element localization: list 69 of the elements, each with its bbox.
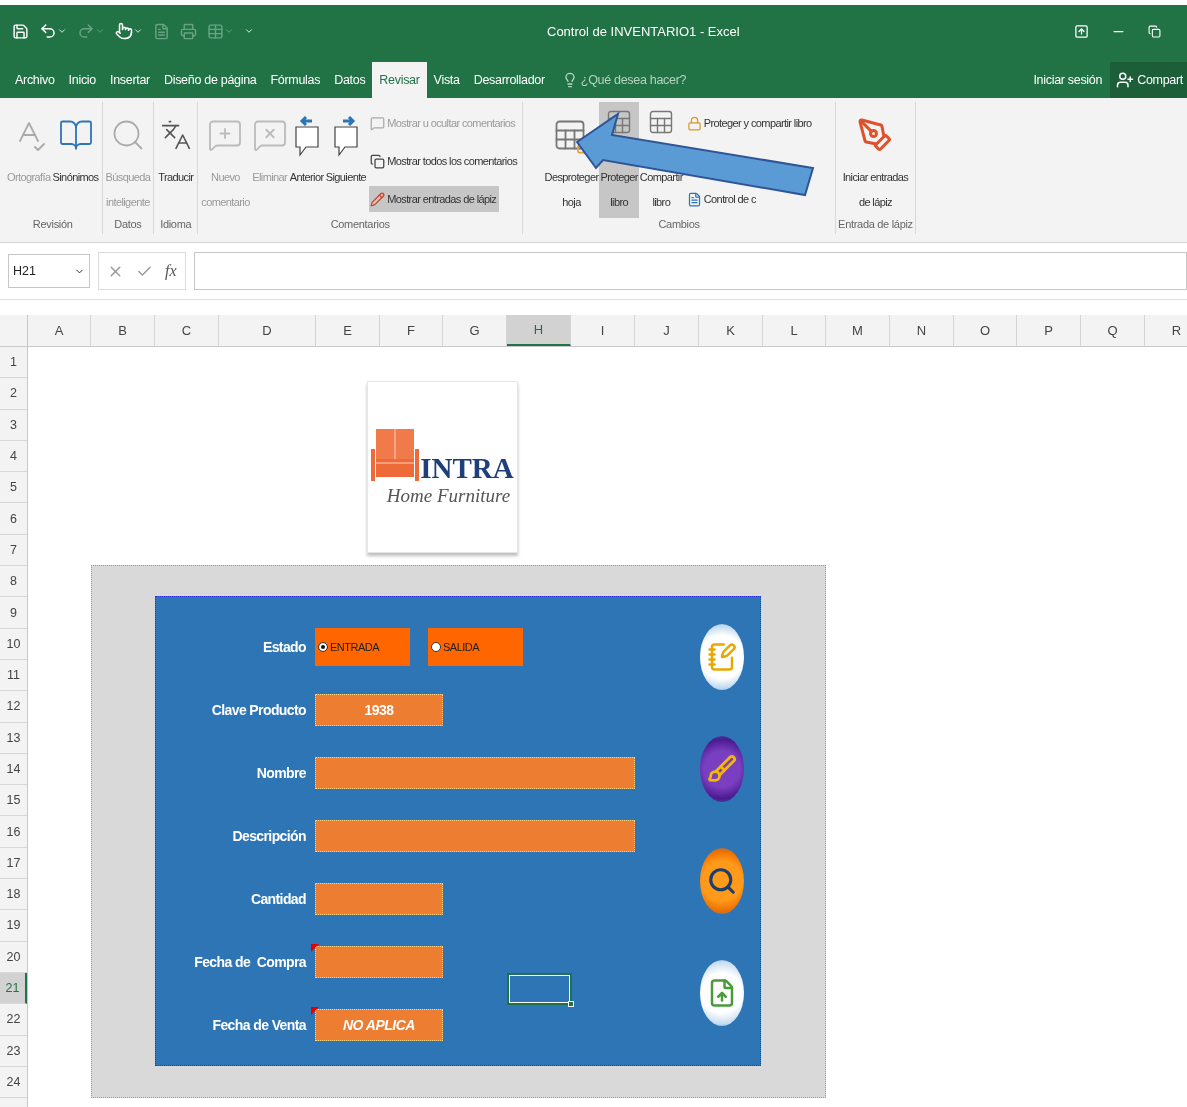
ribbon-tab[interactable]: Insertar	[103, 62, 157, 98]
restore-icon[interactable]	[1148, 24, 1161, 38]
input-field[interactable]	[315, 756, 635, 789]
radio-option[interactable]: SALIDA	[428, 627, 523, 666]
group-label: Cambios	[658, 218, 700, 232]
radio-button[interactable]	[431, 641, 441, 652]
name-box[interactable]: H21	[8, 254, 90, 288]
field-label: Clave Producto	[211, 701, 306, 718]
logo-name: INTRA	[420, 454, 514, 483]
tell-me-field[interactable]: ¿Qué desea hacer?	[561, 62, 687, 98]
ribbon-tab[interactable]: Archivo	[8, 62, 62, 98]
sign-in-link[interactable]: Iniciar sesión	[1025, 62, 1111, 98]
ribbon-button[interactable]: Proteger y compartir libro	[685, 110, 815, 136]
person-add-icon	[1116, 71, 1135, 89]
save-icon[interactable]	[12, 22, 29, 40]
ribbon-button[interactable]: Anterior	[288, 102, 325, 218]
customize-icon[interactable]	[244, 26, 254, 36]
ribbon-options-icon[interactable]	[1074, 23, 1089, 39]
ribbon-tab[interactable]: Inicio	[61, 62, 103, 98]
pencil-icon	[370, 191, 386, 207]
column-header[interactable]: H	[507, 315, 571, 346]
insert-function-button[interactable]: fx	[165, 262, 177, 280]
group-label: Revisión	[32, 218, 73, 232]
comment-icon	[370, 115, 386, 131]
ribbon-tab[interactable]: Desarrollador	[466, 62, 552, 98]
ribbon-button[interactable]: Control de c	[685, 186, 759, 212]
group-label: Comentarios	[330, 218, 390, 232]
document-upload-icon[interactable]	[700, 960, 744, 1026]
search-icon[interactable]	[700, 848, 744, 914]
document-icon	[686, 191, 702, 207]
ribbon-button[interactable]: Sinónimos	[51, 102, 100, 218]
group-label: Idioma	[160, 218, 192, 232]
ribbon-button[interactable]: Traducir	[157, 102, 195, 218]
ribbon-button[interactable]: Mostrar todos los comentarios	[369, 148, 521, 174]
ribbon-tab[interactable]: Fórmulas	[263, 62, 328, 98]
radio-button[interactable]	[318, 641, 328, 652]
logo-tagline: Home Furniture	[386, 485, 511, 507]
field-label: Fecha de Venta	[212, 1016, 306, 1033]
ribbon-tab[interactable]: Datos	[327, 62, 373, 98]
undo-icon[interactable]	[39, 22, 67, 40]
input-field[interactable]	[315, 882, 443, 915]
ribbon-button[interactable]: Mostrar entradas de lápiz	[369, 186, 500, 212]
row-header[interactable]: 21	[0, 972, 27, 1005]
active-cell[interactable]	[507, 973, 572, 1005]
share-button[interactable]: Compart	[1110, 62, 1187, 98]
input-field[interactable]	[315, 819, 635, 852]
group-label: Entrada de lápiz	[838, 218, 913, 232]
group-label: Datos	[114, 218, 142, 232]
window-title: Control de INVENTARIO1 - Excel	[546, 23, 741, 39]
ribbon-button[interactable]: Iniciar entradas de lápiz	[841, 102, 910, 218]
ribbon-tab[interactable]: Diseño de página	[156, 62, 264, 98]
edit-note-icon[interactable]	[700, 624, 744, 690]
radio-option[interactable]: ENTRADA	[315, 627, 410, 666]
touch-icon[interactable]	[115, 22, 143, 40]
copy-icon	[370, 153, 386, 169]
translate-icon	[159, 118, 192, 151]
field-label: Cantidad	[250, 890, 306, 907]
sofa-icon	[371, 427, 420, 483]
lock-icon	[686, 115, 702, 131]
field-label: Nombre	[256, 764, 306, 781]
pen-icon	[857, 116, 894, 153]
ribbon-tab[interactable]: Vista	[426, 62, 467, 98]
field-label: Fecha de Compra	[194, 953, 306, 970]
ribbon-tab[interactable]: Revisar	[372, 62, 427, 98]
field-label: Descripción	[232, 827, 306, 844]
ribbon-button[interactable]: Compartir libro	[638, 102, 684, 218]
field-label: Estado	[262, 638, 306, 655]
formula-input[interactable]	[193, 252, 1187, 290]
ribbon-button[interactable]: Siguiente	[324, 102, 368, 218]
